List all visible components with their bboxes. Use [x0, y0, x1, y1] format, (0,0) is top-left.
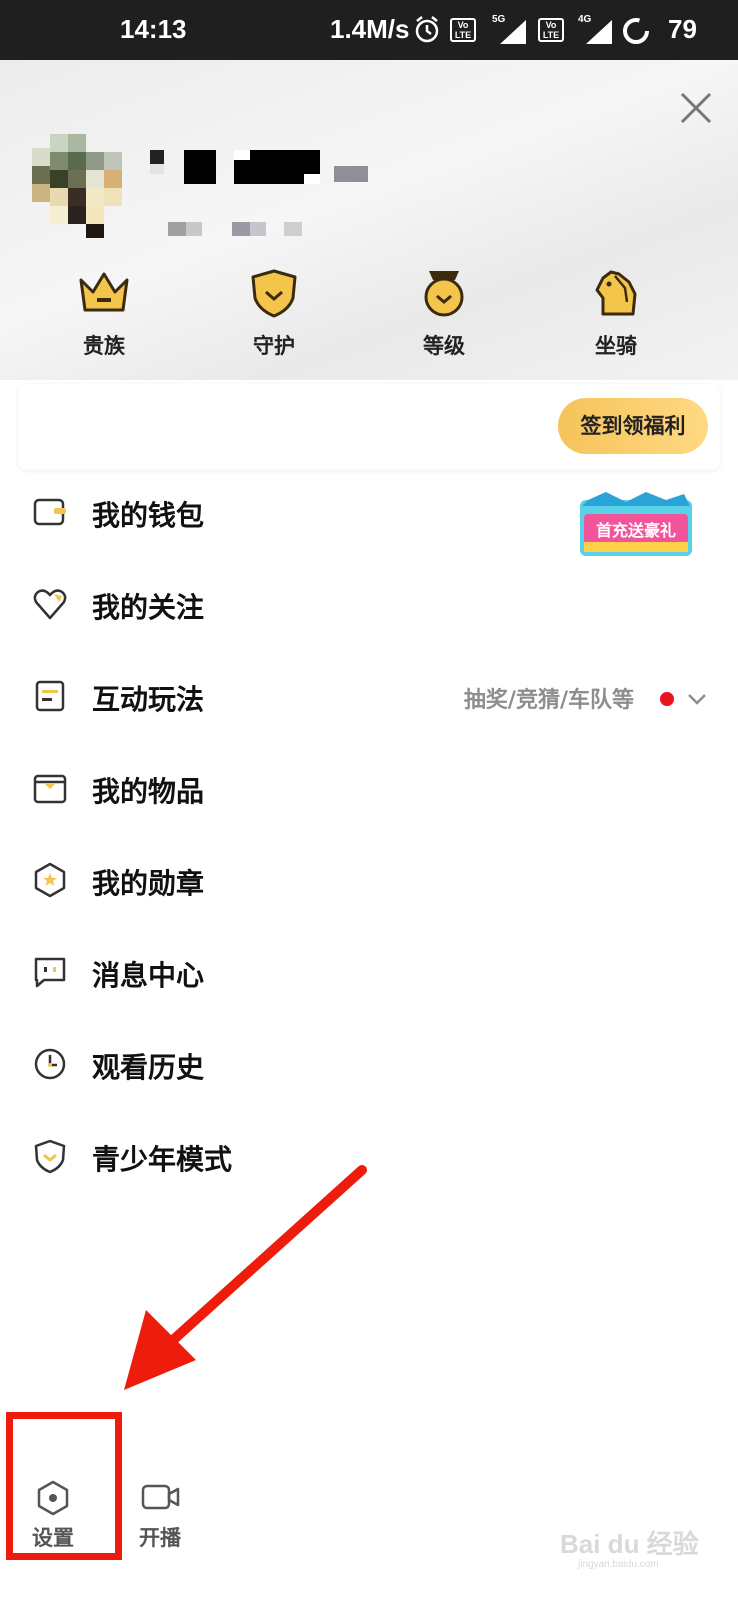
interactive-play-hint: 抽奖/竞猜/车队等 [463, 688, 634, 713]
settings-highlight-box [6, 1412, 122, 1560]
quick-action-guard[interactable]: 守护 [214, 268, 334, 360]
volte-icon-1: Vo LTE [450, 18, 476, 42]
broadcast-label: 开播 [139, 1526, 181, 1550]
watermark: Bai du 经验 jingyan.baidu.com [560, 1524, 699, 1570]
box-icon [33, 774, 67, 804]
signin-button[interactable]: 签到领福利 [558, 398, 708, 454]
username-redacted [150, 150, 368, 184]
medal-icon [424, 271, 464, 317]
quick-action-label: 贵族 [83, 334, 125, 358]
watermark-url: jingyan.baidu.com [578, 1559, 659, 1570]
menu-item-messages[interactable]: 消息中心 [0, 926, 738, 1018]
network-speed: 1.4M/s [330, 14, 410, 44]
signal-icon-1 [500, 20, 526, 44]
menu-item-label: 我的勋章 [92, 867, 205, 900]
battery-ring-icon [623, 18, 649, 44]
interactive-icon [35, 680, 65, 712]
quick-action-nobility[interactable]: 贵族 [44, 268, 164, 360]
alarm-icon [415, 16, 439, 43]
first-recharge-promo-banner[interactable]: 首充送豪礼 [578, 492, 694, 558]
camera-icon [141, 1484, 180, 1510]
heart-icon [33, 589, 67, 620]
message-icon [34, 957, 66, 988]
menu-item-watch-history[interactable]: 观看历史 [0, 1018, 738, 1110]
volte-icon-2: Vo LTE [538, 18, 564, 42]
menu-item-label: 消息中心 [92, 959, 205, 992]
status-time: 14:13 [120, 14, 187, 44]
notification-dot [660, 692, 674, 706]
clock-icon [34, 1048, 66, 1080]
crown-icon [79, 272, 129, 312]
quick-action-label: 坐骑 [595, 334, 637, 358]
wallet-icon [33, 498, 66, 526]
quick-action-label: 守护 [253, 334, 295, 358]
badge-icon [34, 862, 66, 898]
status-bar: 14:13 1.4M/s Vo LTE 5G Vo LTE 4G 79 [0, 0, 738, 60]
battery-level: 79 [668, 14, 697, 44]
menu-item-interactive-play[interactable]: 互动玩法 抽奖/竞猜/车队等 [0, 650, 738, 742]
chevron-down-icon[interactable] [686, 688, 708, 710]
signal-icon-2 [586, 20, 612, 44]
quick-action-mount[interactable]: 坐骑 [556, 268, 676, 360]
horse-icon [595, 270, 637, 316]
close-icon[interactable] [678, 90, 714, 126]
menu-item-label: 我的钱包 [92, 499, 205, 532]
watermark-brand: Bai du 经验 [560, 1529, 699, 1559]
menu-item-following[interactable]: 我的关注 [0, 558, 738, 650]
menu-item-label: 我的关注 [92, 591, 205, 624]
shield-icon [251, 269, 297, 318]
menu-item-label: 观看历史 [92, 1051, 205, 1084]
menu-item-items[interactable]: 我的物品 [0, 742, 738, 834]
youth-shield-icon [34, 1139, 66, 1174]
promo-text: 首充送豪礼 [596, 521, 676, 540]
annotation-arrow [124, 1165, 367, 1390]
quick-action-level[interactable]: 等级 [384, 268, 504, 360]
start-broadcast-button[interactable]: 开播 [120, 1480, 200, 1552]
menu-item-label: 互动玩法 [92, 683, 205, 716]
quick-action-label: 等级 [423, 334, 465, 358]
avatar[interactable] [32, 134, 136, 238]
signin-card: 签到领福利 [18, 384, 720, 470]
user-id-redacted [168, 222, 302, 236]
menu-item-label: 我的物品 [92, 775, 205, 808]
menu-item-badges[interactable]: 我的勋章 [0, 834, 738, 926]
